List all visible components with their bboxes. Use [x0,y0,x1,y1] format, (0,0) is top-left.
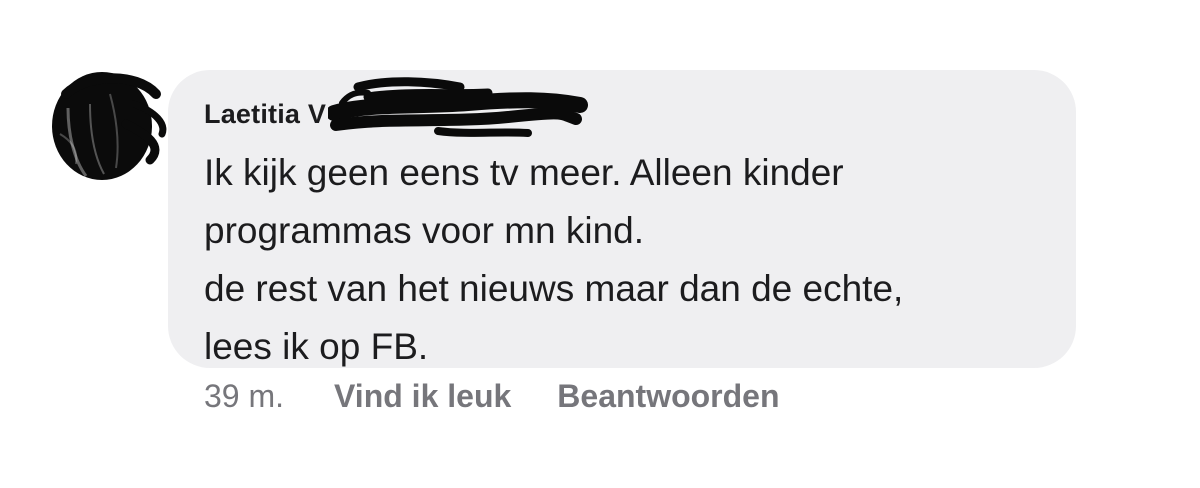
author-row: Laetitia V [204,77,589,137]
like-button[interactable]: Vind ik leuk [334,378,511,415]
reply-button[interactable]: Beantwoorden [557,378,779,415]
comment: Laetitia V Ik kijk geen eens tv meer. Al… [0,0,1200,488]
comment-bubble: Laetitia V Ik kijk geen eens tv meer. Al… [168,70,1076,368]
comment-text: Ik kijk geen eens tv meer. Alleen kinder… [204,144,1064,376]
avatar[interactable] [46,64,172,190]
comment-text-line: de rest van het nieuws maar dan de echte… [204,268,904,309]
comment-text-line: lees ik op FB. [204,326,429,367]
comment-actions: 39 m. Vind ik leuk Beantwoorden [204,378,780,415]
comment-text-line: Ik kijk geen eens tv meer. Alleen kinder [204,152,844,193]
timestamp[interactable]: 39 m. [204,378,284,415]
redaction-scribble-icon [326,73,589,143]
comment-text-line: programmas voor mn kind. [204,210,645,251]
author-name[interactable]: Laetitia V [204,99,326,130]
avatar-redaction-scribble-icon [52,72,167,180]
